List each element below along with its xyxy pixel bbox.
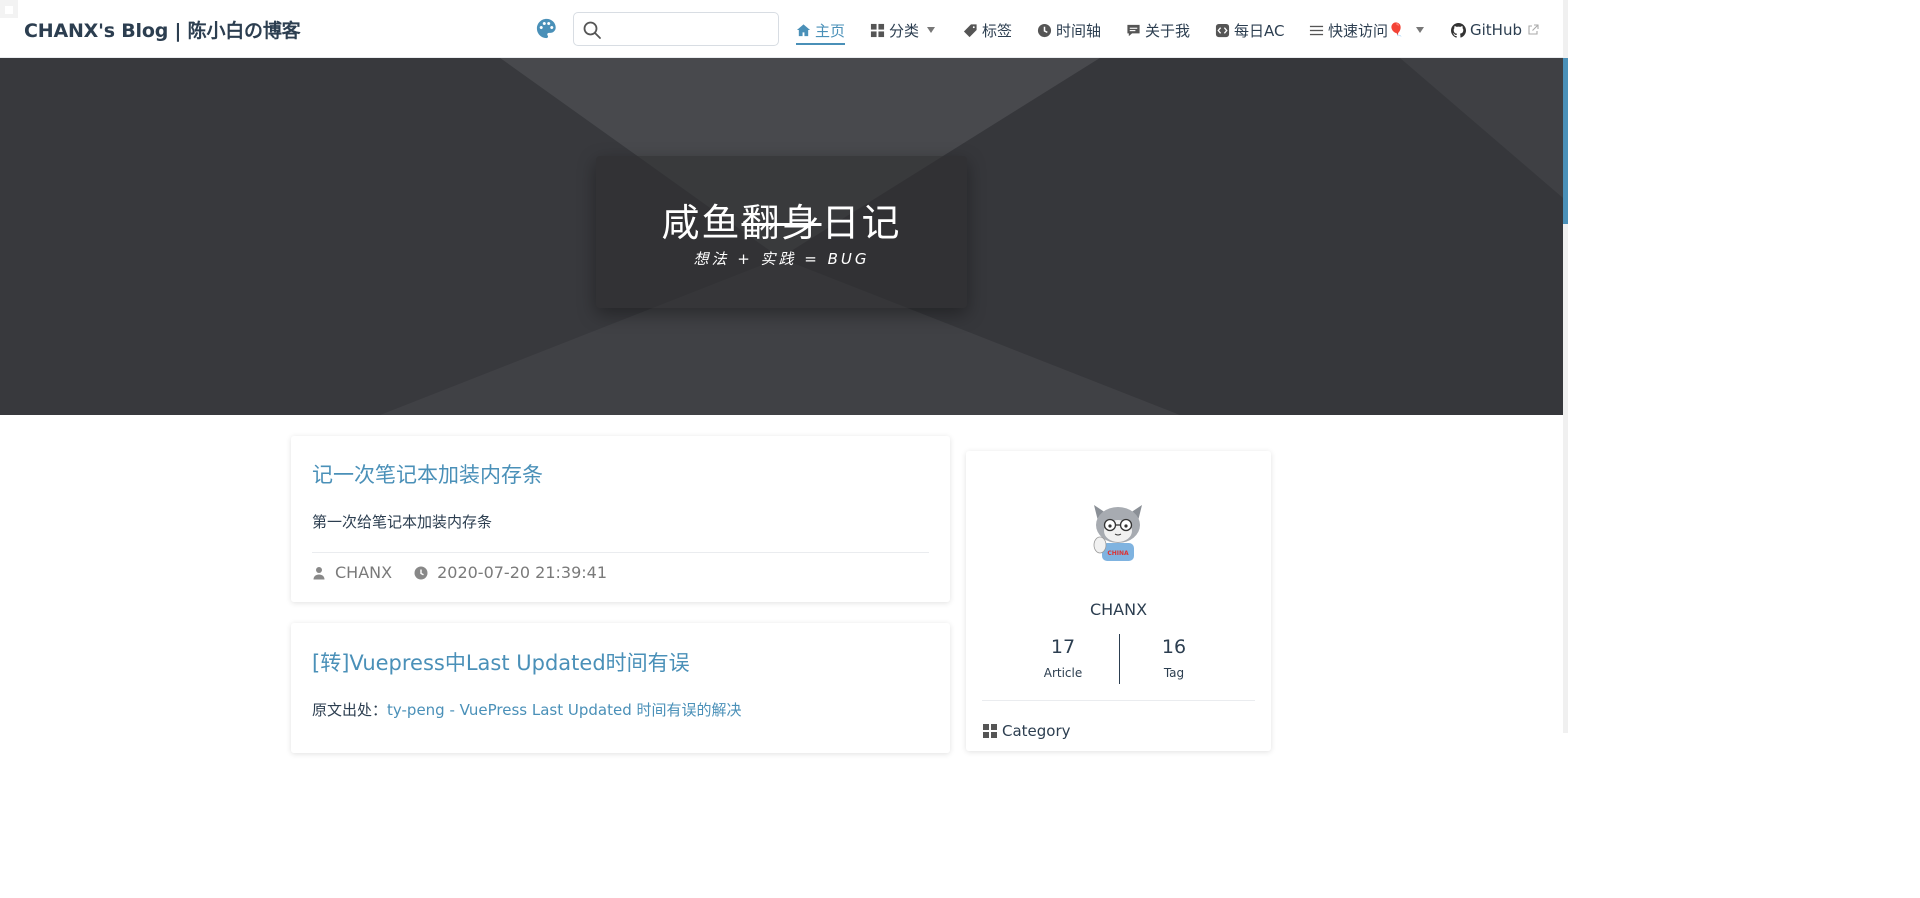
- code-icon: [1215, 23, 1230, 37]
- search-input[interactable]: [608, 17, 773, 41]
- clock-icon: [414, 566, 428, 579]
- external-link-icon: [1528, 24, 1539, 35]
- nav-daily-ac-label: 每日AC: [1234, 21, 1285, 40]
- nav-categories[interactable]: 分类: [870, 18, 936, 42]
- github-icon: [1451, 22, 1466, 38]
- nav-github[interactable]: GitHub: [1451, 18, 1539, 42]
- stat-tags[interactable]: 16 Tag: [1134, 636, 1214, 680]
- nav-tags[interactable]: 标签: [963, 18, 1012, 42]
- category-heading-label: Category: [1002, 722, 1071, 740]
- profile-name: CHANX: [1089, 600, 1148, 619]
- hero-banner: 咸鱼翻身日记 想法 + 实践 = BUG: [0, 58, 1563, 415]
- post-excerpt: 原文出处：ty-peng - VuePress Last Updated 时间有…: [312, 699, 742, 720]
- profile-divider: [982, 700, 1255, 701]
- post-date: 2020-07-20 21:39:41: [437, 563, 608, 582]
- nav-home[interactable]: 主页: [796, 18, 846, 45]
- post-title[interactable]: 记一次笔记本加装内存条: [312, 459, 543, 489]
- post-excerpt-prefix: 原文出处：: [312, 701, 388, 719]
- profile-card: CHINA CHANX 17 Article 16 Tag Category: [966, 451, 1271, 751]
- post-title[interactable]: [转]Vuepress中Last Updated时间有误: [312, 647, 690, 677]
- hero-subtitle: 想法 + 实践 = BUG: [693, 250, 870, 268]
- stat-articles[interactable]: 17 Article: [1023, 636, 1103, 680]
- post-source-link[interactable]: ty-peng - VuePress Last Updated 时间有误的解决: [387, 701, 742, 719]
- hero-title-struck: 翻身: [741, 201, 822, 245]
- clock-icon: [1037, 23, 1052, 37]
- post-meta: CHANX 2020-07-20 21:39:41: [312, 563, 607, 582]
- tag-count: 16: [1161, 636, 1187, 658]
- hero-title: 咸鱼翻身日记: [596, 192, 967, 247]
- nav-timeline-label: 时间轴: [1056, 21, 1102, 40]
- stat-divider: [1119, 634, 1120, 684]
- post-divider: [312, 552, 929, 553]
- home-icon: [796, 23, 811, 36]
- nav-quick-access-label: 快速访问: [1328, 21, 1389, 40]
- post-excerpt: 第一次给笔记本加装内存条: [312, 513, 493, 531]
- search-box[interactable]: [573, 12, 779, 46]
- nav-timeline[interactable]: 时间轴: [1037, 18, 1101, 42]
- corner-checkbox[interactable]: [0, 0, 18, 18]
- grid-icon: [870, 23, 885, 37]
- hero-card: 咸鱼翻身日记 想法 + 实践 = BUG: [596, 156, 967, 308]
- post-author: CHANX: [335, 563, 393, 582]
- nav-home-label: 主页: [815, 21, 846, 40]
- search-icon: [582, 20, 602, 40]
- nav-quick-access[interactable]: 快速访问 🎈: [1309, 18, 1425, 42]
- hero-title-end: 日记: [821, 201, 902, 245]
- chevron-down-icon: [927, 27, 936, 33]
- grid-icon: [983, 724, 997, 738]
- balloon-icon: 🎈: [1388, 22, 1405, 38]
- article-count: 17: [1050, 636, 1076, 658]
- avatar: CHINA: [1093, 505, 1142, 561]
- tag-icon: [963, 23, 977, 37]
- post-card: [转]Vuepress中Last Updated时间有误 原文出处：ty-pen…: [291, 623, 950, 753]
- nav-about[interactable]: 关于我: [1126, 18, 1190, 42]
- nav-tags-label: 标签: [982, 21, 1013, 40]
- user-icon: [313, 566, 325, 579]
- category-heading: Category: [983, 722, 1071, 740]
- navbar: CHANX's Blog | 陈小白の博客 主页 分类 标签 时间轴 关于我 每…: [0, 0, 1563, 58]
- nav-about-label: 关于我: [1145, 21, 1191, 40]
- comment-icon: [1127, 24, 1140, 36]
- tag-label: Tag: [1163, 666, 1185, 680]
- nav-github-label: GitHub: [1470, 21, 1522, 39]
- avatar-shirt-text: CHINA: [1107, 550, 1129, 557]
- post-card: 记一次笔记本加装内存条 第一次给笔记本加装内存条 CHANX 2020-07-2…: [291, 436, 950, 602]
- palette-icon[interactable]: [535, 17, 558, 40]
- scrollbar-thumb[interactable]: [1563, 58, 1568, 224]
- list-icon: [1309, 25, 1324, 35]
- chevron-down-icon: [1416, 27, 1425, 33]
- nav-categories-label: 分类: [889, 21, 920, 40]
- hero-title-start: 咸鱼: [661, 201, 742, 245]
- article-label: Article: [1043, 666, 1083, 680]
- nav-daily-ac[interactable]: 每日AC: [1215, 18, 1284, 42]
- site-name[interactable]: CHANX's Blog | 陈小白の博客: [24, 16, 301, 43]
